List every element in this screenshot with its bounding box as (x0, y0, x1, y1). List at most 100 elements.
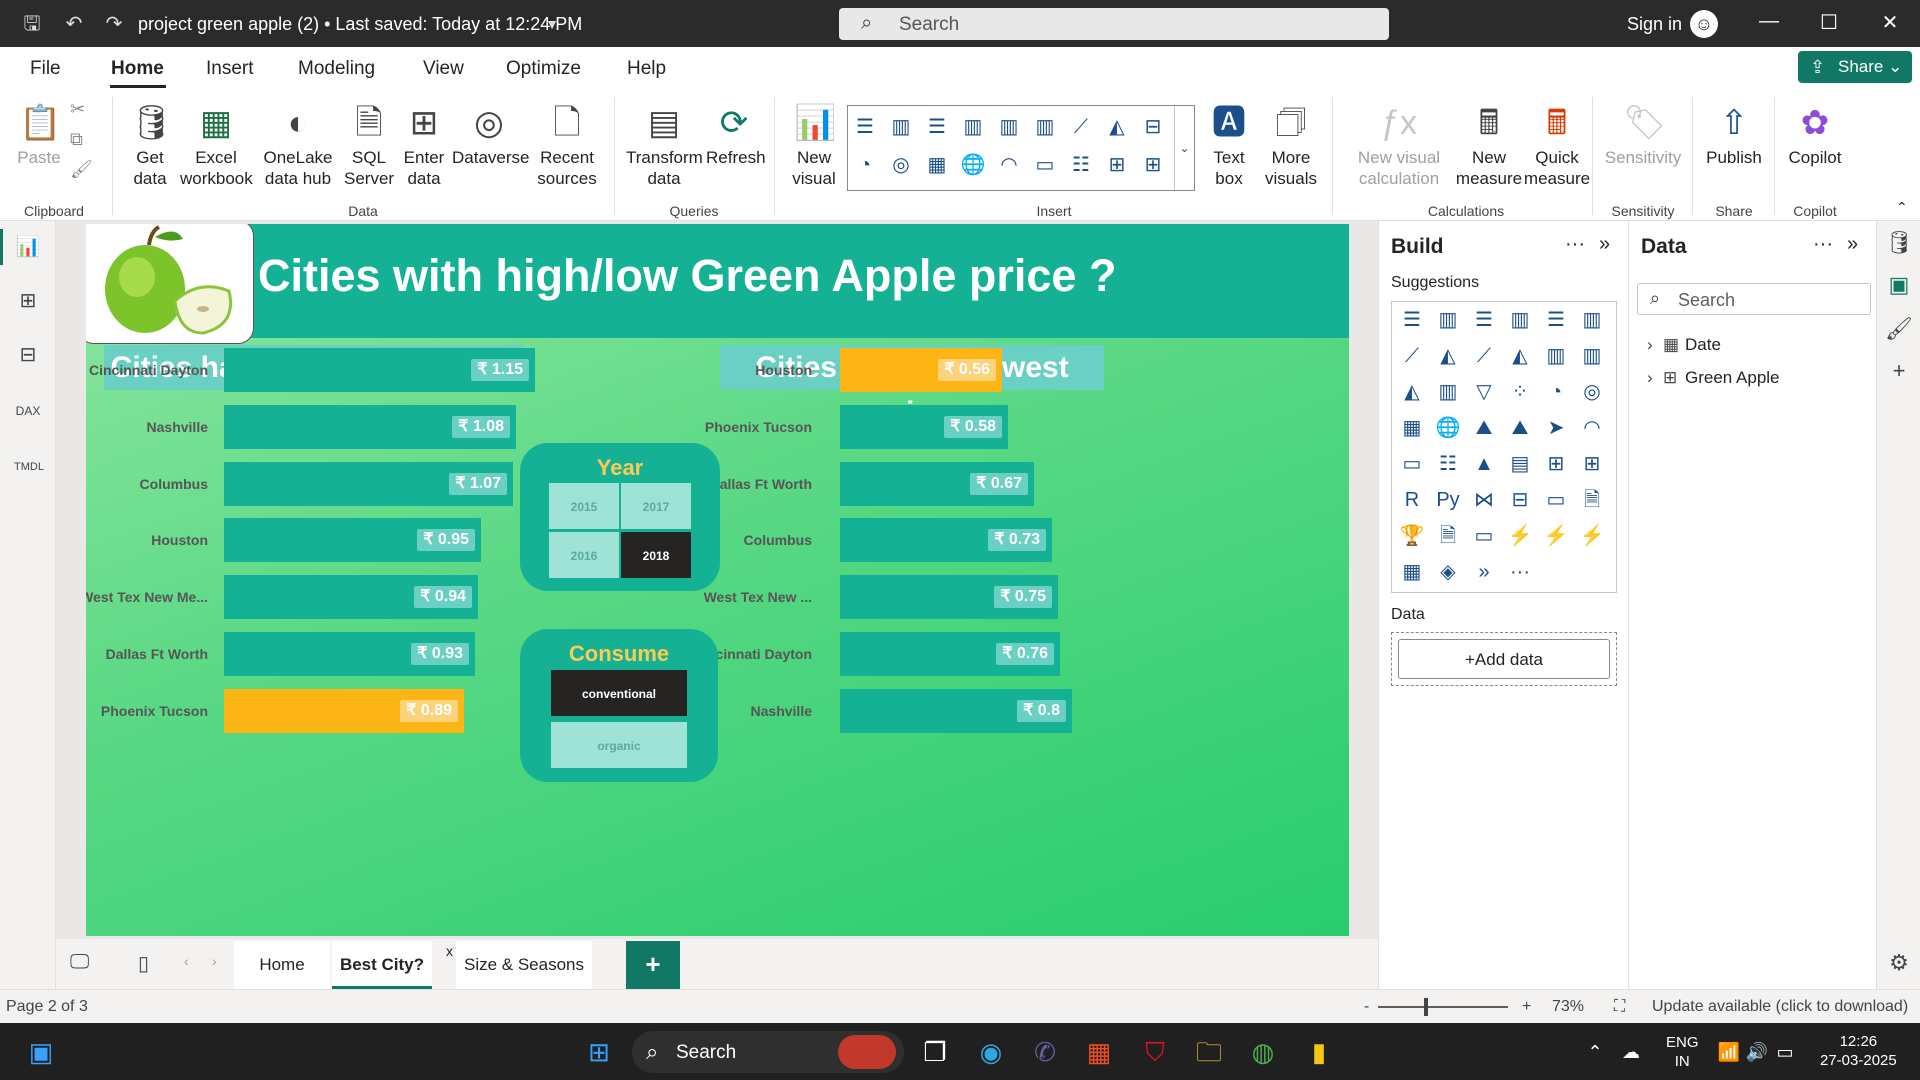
year-option-2015[interactable]: 2015 (548, 482, 620, 530)
visual-type-icon[interactable]: ◔ (1542, 378, 1570, 406)
tab-file[interactable]: File (30, 58, 61, 80)
onelake-button[interactable]: ◐ OneLake data hub (258, 101, 338, 189)
visual-type-icon[interactable]: ☷ (1434, 450, 1462, 478)
visual-type-icon[interactable]: ⊞ (1542, 450, 1570, 478)
update-available-link[interactable]: Update available (click to download) (1652, 998, 1908, 1016)
close-icon[interactable]: ✕ (1875, 10, 1905, 35)
visual-type-icon[interactable]: R (1398, 486, 1426, 514)
visual-type-icon[interactable]: ◈ (1434, 558, 1462, 586)
visual-type-icon[interactable]: ⊟ (1506, 486, 1534, 514)
visual-type-icon[interactable]: ➤ (1542, 414, 1570, 442)
collapse-data-icon[interactable]: » (1847, 233, 1858, 256)
document-title[interactable]: project green apple (2) • Last saved: To… (138, 14, 582, 35)
visual-type-icon[interactable]: ▭ (1470, 522, 1498, 550)
visual-type-icon[interactable]: 🗎 (1434, 522, 1462, 550)
card-icon[interactable]: ▭ (1032, 152, 1058, 178)
title-dropdown-icon[interactable]: ▼ (540, 12, 564, 36)
visual-type-icon[interactable]: 🗎 (1578, 486, 1606, 514)
get-data-button[interactable]: 🛢 Get data (120, 101, 180, 189)
price-bar[interactable]: ₹ 0.56 (840, 348, 1002, 392)
pie-chart-icon[interactable]: ◔ (852, 152, 878, 178)
collapse-build-icon[interactable]: » (1599, 233, 1610, 256)
clustered-column-icon[interactable]: ▥ (960, 114, 986, 140)
price-bar[interactable]: ₹ 1.08 (224, 404, 516, 449)
stacked-100-column-icon[interactable]: ▥ (996, 114, 1022, 140)
combo-column-icon[interactable]: ▥ (1032, 114, 1058, 140)
share-button[interactable]: ⇪ Share ⌄ (1798, 51, 1912, 83)
visual-type-icon[interactable]: ☰ (1470, 306, 1498, 334)
transform-data-button[interactable]: ▤ Transform data (626, 101, 703, 189)
visual-type-icon[interactable]: ⊞ (1578, 450, 1606, 478)
more-visuals-button[interactable]: 🗇 More visuals (1260, 101, 1322, 189)
copilot-button[interactable]: ✿ Copilot (1780, 101, 1850, 168)
visual-type-icon[interactable]: ▥ (1506, 306, 1534, 334)
visual-type-icon[interactable]: ⚡ (1578, 522, 1606, 550)
visual-type-icon[interactable]: ▥ (1578, 306, 1606, 334)
store-icon[interactable]: ▦ (1082, 1035, 1116, 1069)
visual-type-icon[interactable]: ◎ (1578, 378, 1606, 406)
map-icon[interactable]: 🌐 (960, 152, 986, 178)
price-bar[interactable]: ₹ 1.15 (224, 348, 535, 392)
recent-sources-button[interactable]: 🗋 Recent sources (536, 101, 598, 189)
format-pane-icon[interactable]: 🖌 (1885, 315, 1913, 343)
copy-icon[interactable]: ⧉ (70, 129, 83, 150)
collapse-ribbon-icon[interactable]: ⌃ (1896, 197, 1908, 218)
file-explorer-icon[interactable]: 🗀 (1192, 1035, 1226, 1069)
price-bar[interactable]: ₹ 0.58 (840, 404, 1008, 449)
fit-to-page-icon[interactable]: ⛶ (1614, 998, 1625, 1016)
price-bar[interactable]: ₹ 0.94 (224, 575, 478, 620)
price-bar[interactable]: ₹ 0.67 (840, 461, 1034, 506)
multirow-card-icon[interactable]: ☷ (1068, 152, 1094, 178)
stacked-bar-icon[interactable]: ☰ (852, 114, 878, 140)
tab-insert[interactable]: Insert (206, 58, 254, 80)
sign-in-link[interactable]: Sign in (1627, 14, 1682, 35)
add-page-button[interactable]: + (626, 941, 680, 989)
page-tab-home[interactable]: Home (234, 941, 330, 989)
zoom-level[interactable]: 73% (1552, 998, 1584, 1016)
visual-type-icon[interactable]: 🏆 (1398, 522, 1426, 550)
tab-modeling[interactable]: Modeling (298, 58, 375, 80)
visual-type-icon[interactable]: ▭ (1542, 486, 1570, 514)
price-bar[interactable]: ₹ 0.89 (224, 688, 464, 733)
zoom-in-button[interactable]: + (1522, 998, 1531, 1016)
visual-type-icon[interactable]: ▥ (1578, 342, 1606, 370)
zoom-slider-track[interactable] (1378, 1006, 1508, 1008)
visual-type-icon[interactable]: ▥ (1542, 342, 1570, 370)
visual-type-icon[interactable]: ▦ (1398, 558, 1426, 586)
treemap-icon[interactable]: ▦ (924, 152, 950, 178)
tray-overflow-icon[interactable]: ⌃ (1578, 1035, 1612, 1069)
tab-optimize[interactable]: Optimize (506, 58, 581, 80)
account-icon[interactable]: ☺ (1690, 10, 1718, 38)
clock[interactable]: 12:26 27-03-2025 (1820, 1032, 1897, 1070)
visual-type-icon[interactable]: ⟋ (1398, 342, 1426, 370)
visual-type-icon[interactable]: ◠ (1578, 414, 1606, 442)
price-bar[interactable]: ₹ 0.95 (224, 518, 481, 563)
add-data-button[interactable]: +Add data (1398, 639, 1610, 679)
settings-gear-icon[interactable]: ⚙ (1885, 949, 1913, 977)
global-search[interactable]: ⌕ Search (839, 8, 1389, 40)
visual-type-icon[interactable]: ◭ (1398, 378, 1426, 406)
build-more-icon[interactable]: ··· (1565, 233, 1585, 256)
model-view-icon[interactable]: ⊟ (14, 341, 42, 369)
price-bar[interactable]: ₹ 0.93 (224, 632, 475, 676)
enter-data-button[interactable]: ⊞ Enter data (400, 101, 448, 189)
new-measure-button[interactable]: 🖩 New measure (1454, 101, 1524, 189)
price-bar[interactable]: ₹ 0.76 (840, 632, 1060, 676)
new-visual-button[interactable]: 📊 New visual (784, 101, 844, 189)
visual-type-icon[interactable]: ⛰ (1470, 414, 1498, 442)
tray-app-icon[interactable]: ☁ (1614, 1035, 1648, 1069)
consume-option-organic[interactable]: organic (550, 721, 688, 769)
ribbon-chart-icon[interactable]: ⊟ (1140, 114, 1166, 140)
visual-type-icon[interactable]: ▦ (1398, 414, 1426, 442)
widgets-icon[interactable]: ▣ (24, 1035, 58, 1069)
page-tab-best-city[interactable]: Best City? (332, 941, 432, 989)
close-page-icon[interactable]: x (446, 943, 453, 959)
paste-button[interactable]: 📋 Paste (14, 101, 64, 168)
minimize-icon[interactable]: — (1754, 10, 1784, 33)
visual-type-icon[interactable]: ☰ (1542, 306, 1570, 334)
maximize-icon[interactable]: ☐ (1814, 10, 1844, 35)
gauge-icon[interactable]: ◠ (996, 152, 1022, 178)
visual-type-icon[interactable]: ⁘ (1506, 378, 1534, 406)
teams-icon[interactable]: ✆ (1028, 1035, 1062, 1069)
visual-type-icon[interactable]: Py (1434, 486, 1462, 514)
